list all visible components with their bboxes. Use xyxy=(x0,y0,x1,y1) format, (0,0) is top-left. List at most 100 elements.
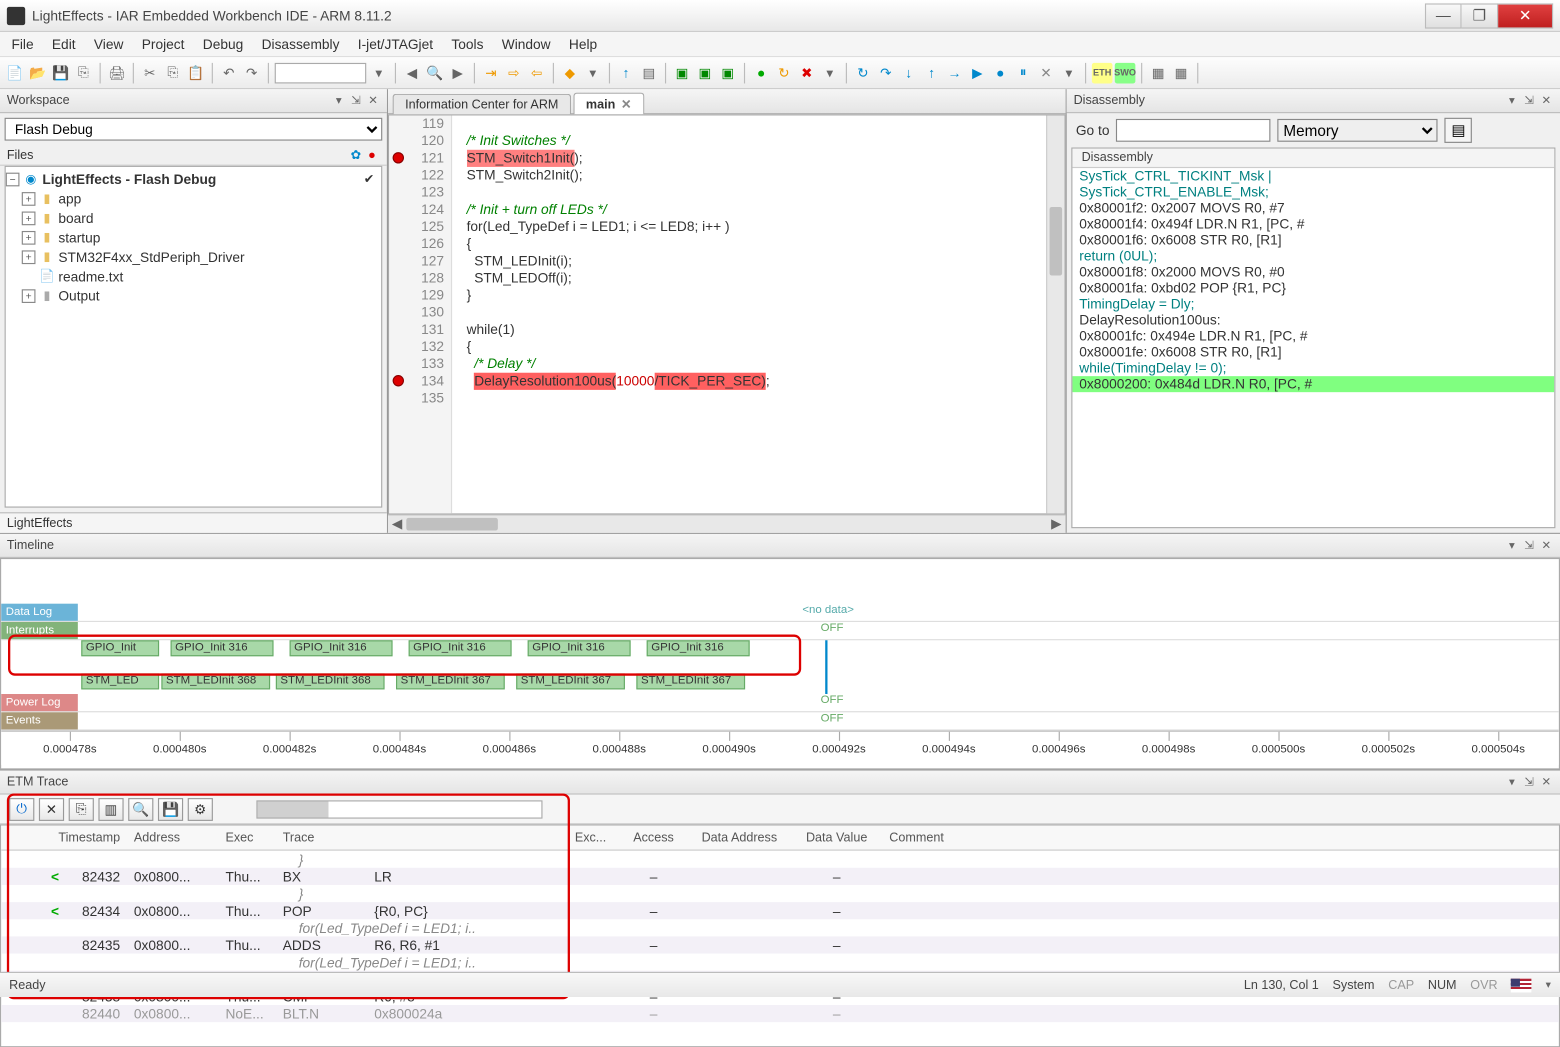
dropdown-icon[interactable]: ▾ xyxy=(1505,775,1519,789)
bookmark-toggle-icon[interactable]: ⇥ xyxy=(481,62,502,83)
go-icon[interactable]: ● xyxy=(990,62,1011,83)
collapse-icon[interactable]: − xyxy=(6,172,20,186)
timeline-block[interactable]: STM_LEDInit 367 xyxy=(396,673,505,689)
up-arrow-icon[interactable]: ↑ xyxy=(616,62,637,83)
compile-icon[interactable]: ▣ xyxy=(672,62,693,83)
chevron-down-icon[interactable]: ▾ xyxy=(1546,979,1551,992)
open-file-icon[interactable]: 📂 xyxy=(27,62,48,83)
dropdown-icon[interactable]: ▾ xyxy=(332,94,346,108)
print-icon[interactable]: 🖨 xyxy=(106,62,127,83)
timeline-block[interactable]: GPIO_Init 316 xyxy=(409,640,512,656)
menu-window[interactable]: Window xyxy=(493,34,560,55)
chevron-down-icon[interactable]: ▾ xyxy=(583,62,604,83)
copy-button[interactable]: ⎘ xyxy=(69,797,94,820)
breakpoint-icon[interactable] xyxy=(393,375,404,386)
timeline-block[interactable]: GPIO_Init 316 xyxy=(647,640,750,656)
tab-information-center-for-arm[interactable]: Information Center for ARM xyxy=(393,94,571,115)
menu-tools[interactable]: Tools xyxy=(442,34,492,55)
chevron-down-icon[interactable]: ▾ xyxy=(819,62,840,83)
chevron-down-icon[interactable]: ▾ xyxy=(1059,62,1080,83)
break-icon[interactable]: ⏸ xyxy=(1013,62,1034,83)
close-icon[interactable]: ✕ xyxy=(1539,94,1553,108)
make-icon[interactable]: ▣ xyxy=(695,62,716,83)
breakpoint-icon[interactable] xyxy=(393,152,404,163)
tab-main[interactable]: main✕ xyxy=(573,93,644,115)
settings-button[interactable]: ⚙ xyxy=(188,797,213,820)
timeline-block[interactable]: GPIO_Init 316 xyxy=(528,640,631,656)
timeline-view[interactable]: Data Log <no data> Interrupts OFF GPIO_I… xyxy=(0,558,1560,770)
find-icon[interactable]: 🔍 xyxy=(425,62,446,83)
step-out-icon[interactable]: ↑ xyxy=(921,62,942,83)
eth-icon[interactable]: ETH xyxy=(1092,62,1113,83)
tree-item[interactable]: +▮app xyxy=(6,189,381,208)
restart-icon[interactable]: ↻ xyxy=(774,62,795,83)
timeline-block[interactable]: GPIO_Init 316 xyxy=(171,640,274,656)
nav-back-icon[interactable]: ◀ xyxy=(402,62,423,83)
expand-icon[interactable]: + xyxy=(22,289,36,303)
etm-trace-row[interactable]: <824340x0800...Thu...POP{R0, PC}–– xyxy=(1,902,1559,919)
disasm-refresh-button[interactable]: ▤ xyxy=(1445,118,1472,143)
close-icon[interactable]: ✕ xyxy=(1539,775,1553,789)
tree-item[interactable]: +▮Output xyxy=(6,286,381,305)
bookmark-prev-icon[interactable]: ⇦ xyxy=(526,62,547,83)
memory-select[interactable]: Memory xyxy=(1278,119,1438,142)
step-into-icon[interactable]: ↓ xyxy=(898,62,919,83)
config-select[interactable]: Flash Debug xyxy=(5,118,383,141)
stop-build-icon[interactable]: ● xyxy=(751,62,772,83)
menu-disassembly[interactable]: Disassembly xyxy=(252,34,348,55)
etm-trace-row[interactable]: 824350x0800...Thu...ADDSR6, R6, #1–– xyxy=(1,936,1559,953)
close-button[interactable]: ✕ xyxy=(1498,3,1553,28)
step-over-icon[interactable]: ↷ xyxy=(876,62,897,83)
paste-icon[interactable]: 📋 xyxy=(185,62,206,83)
close-icon[interactable]: ✕ xyxy=(1539,539,1553,553)
timeline-block[interactable]: STM_LEDInit 368 xyxy=(161,673,270,689)
cut-icon[interactable]: ✂ xyxy=(140,62,161,83)
expand-icon[interactable]: + xyxy=(22,211,36,225)
minimize-button[interactable]: — xyxy=(1425,3,1462,28)
hscrollbar[interactable]: ◀▶ xyxy=(388,515,1066,533)
etm-grid[interactable]: Timestamp Address Exec Trace Exc... Acce… xyxy=(0,824,1560,1047)
save-button[interactable]: 💾 xyxy=(158,797,183,820)
vscrollbar[interactable] xyxy=(1046,115,1064,513)
clear-button[interactable]: ✕ xyxy=(39,797,64,820)
dropdown-icon[interactable]: ▾ xyxy=(1505,94,1519,108)
pin-icon[interactable]: ⇲ xyxy=(1522,775,1536,789)
menu-project[interactable]: Project xyxy=(133,34,194,55)
redo-icon[interactable]: ↷ xyxy=(241,62,262,83)
memory-icon[interactable]: ▦ xyxy=(1148,62,1169,83)
code-editor[interactable]: 1191201211221231241251261271281291301311… xyxy=(388,114,1066,514)
stop-debug-icon[interactable]: ✕ xyxy=(1036,62,1057,83)
search-button[interactable]: 🔍 xyxy=(128,797,153,820)
undo-icon[interactable]: ↶ xyxy=(219,62,240,83)
track-datalog[interactable]: Data Log xyxy=(1,604,78,621)
goto-input[interactable] xyxy=(1116,119,1271,142)
columns-button[interactable]: ▥ xyxy=(98,797,123,820)
tree-item[interactable]: +▮STM32F4xx_StdPeriph_Driver xyxy=(6,247,381,266)
menu-ijetjtagjet[interactable]: I-jet/JTAGjet xyxy=(349,34,443,55)
timeline-block[interactable]: STM_LEDInit 368 xyxy=(276,673,385,689)
chevron-down-icon[interactable]: ▾ xyxy=(369,62,390,83)
menu-debug[interactable]: Debug xyxy=(194,34,253,55)
registers-icon[interactable]: ▦ xyxy=(1171,62,1192,83)
run-to-cursor-icon[interactable]: ▶ xyxy=(967,62,988,83)
bookmark-next-icon[interactable]: ⇨ xyxy=(504,62,525,83)
timeline-block[interactable]: STM_LEDInit 367 xyxy=(516,673,625,689)
file-tree[interactable]: − ◉ LightEffects - Flash Debug ✔ +▮app +▮… xyxy=(5,166,383,508)
swo-icon[interactable]: SWO xyxy=(1115,62,1136,83)
nav-fwd-icon[interactable]: ▶ xyxy=(448,62,469,83)
abort-icon[interactable]: ✖ xyxy=(797,62,818,83)
menu-view[interactable]: View xyxy=(85,34,133,55)
pin-icon[interactable]: ⇲ xyxy=(349,94,363,108)
disasm-view[interactable]: Disassembly SysTick_CTRL_TICKINT_Msk | S… xyxy=(1071,147,1555,528)
gear-icon[interactable]: ✿ xyxy=(348,147,364,162)
tree-item[interactable]: 📄readme.txt xyxy=(6,266,381,285)
new-file-icon[interactable]: 📄 xyxy=(5,62,26,83)
expand-icon[interactable]: + xyxy=(22,230,36,244)
dropdown-icon[interactable]: ▾ xyxy=(1505,539,1519,553)
find-combo[interactable] xyxy=(275,62,367,83)
indicator-icon[interactable]: ◆ xyxy=(560,62,581,83)
tree-root[interactable]: − ◉ LightEffects - Flash Debug ✔ xyxy=(6,169,381,188)
flag-icon[interactable] xyxy=(1511,978,1532,992)
menu-file[interactable]: File xyxy=(2,34,42,55)
tree-item[interactable]: +▮startup xyxy=(6,228,381,247)
